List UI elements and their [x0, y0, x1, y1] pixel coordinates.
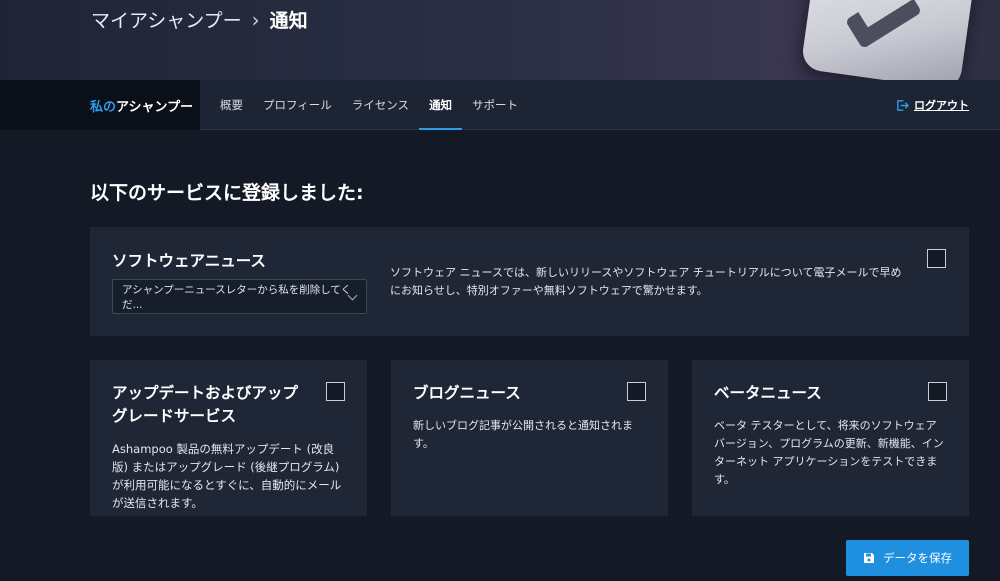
- save-label: データを保存: [883, 551, 952, 565]
- page-title: 通知: [269, 10, 308, 32]
- logout-label: ログアウト: [914, 99, 969, 112]
- nav-item-profile[interactable]: プロフィール: [253, 80, 342, 130]
- brand-accent: 私の: [90, 99, 117, 115]
- card-software-news: ソフトウェアニュース アシャンプーニュースレターから私を削除してくだ... ソフ…: [90, 227, 969, 336]
- save-button[interactable]: データを保存: [846, 540, 969, 576]
- header-banner: マイアシャンプー › 通知: [0, 0, 1000, 80]
- nav-links: 概要 プロフィール ライセンス 通知 サポート: [210, 80, 528, 130]
- updates-checkbox[interactable]: [326, 382, 345, 401]
- card-title: アップデートおよびアップグレードサービス: [112, 384, 299, 425]
- card-description: 新しいブログ記事が公開されると通知されます。: [413, 419, 633, 450]
- save-floppy-icon: [864, 553, 874, 563]
- nav-item-overview[interactable]: 概要: [210, 80, 253, 130]
- checkbox-illustration: [800, 0, 976, 80]
- section-title: 以下のサービスに登録しました:: [90, 182, 364, 204]
- logout-icon: [897, 99, 909, 111]
- breadcrumb-separator: ›: [251, 7, 260, 32]
- breadcrumb-root[interactable]: マイアシャンプー: [91, 6, 242, 33]
- card-blog-news: ブログニュース 新しいブログ記事が公開されると通知されます。: [391, 360, 668, 516]
- nav-item-licenses[interactable]: ライセンス: [342, 80, 419, 130]
- card-description: Ashampoo 製品の無料アップデート (改良版) またはアップグレード (後…: [112, 442, 342, 510]
- logout-link[interactable]: ログアウト: [896, 97, 969, 113]
- card-updates: アップデートおよびアップグレードサービス Ashampoo 製品の無料アップデー…: [90, 360, 367, 516]
- brand-name: アシャンプー: [116, 99, 194, 115]
- newsletter-select[interactable]: アシャンプーニュースレターから私を削除してくだ...: [112, 279, 367, 314]
- card-title: ベータニュース: [714, 384, 822, 402]
- card-beta-news: ベータニュース ベータ テスターとして、将来のソフトウェア バージョン、プログラ…: [692, 360, 969, 516]
- blog-news-checkbox[interactable]: [627, 382, 646, 401]
- card-title: ソフトウェアニュース: [112, 252, 266, 270]
- beta-news-checkbox[interactable]: [928, 382, 947, 401]
- nav-item-support[interactable]: サポート: [462, 80, 528, 130]
- select-value: アシャンプーニュースレターから私を削除してくだ...: [122, 283, 352, 311]
- nav-item-notifications[interactable]: 通知: [419, 80, 463, 130]
- software-news-checkbox[interactable]: [927, 249, 946, 268]
- card-description: ベータ テスターとして、将来のソフトウェア バージョン、プログラムの更新、新機能…: [714, 419, 944, 486]
- card-title: ブログニュース: [413, 384, 521, 402]
- card-description: ソフトウェア ニュースでは、新しいリリースやソフトウェア チュートリアルについて…: [390, 266, 902, 297]
- breadcrumb: マイアシャンプー › 通知: [91, 6, 308, 33]
- top-nav: 私の アシャンプー 概要 プロフィール ライセンス 通知 サポート ログアウト: [0, 80, 1000, 130]
- checkmark-icon: [844, 0, 923, 50]
- brand-logo[interactable]: 私の アシャンプー: [0, 80, 200, 130]
